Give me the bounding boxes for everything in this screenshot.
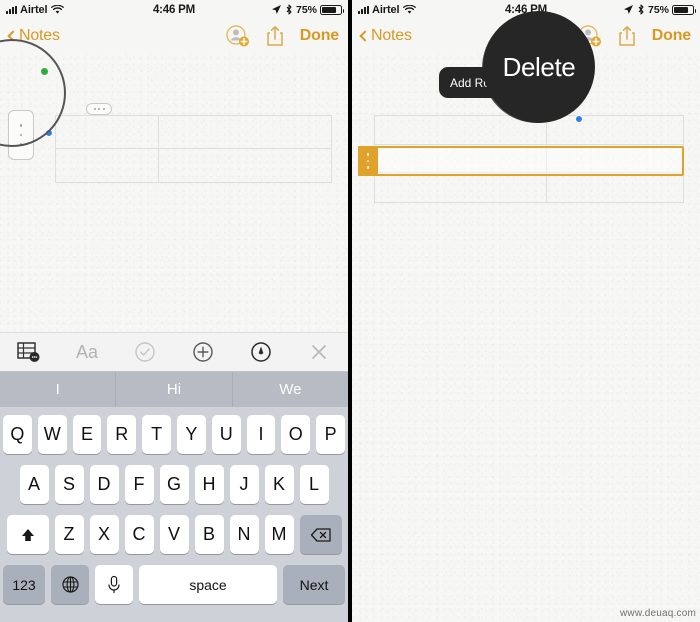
location-arrow-icon: [623, 5, 633, 14]
table-cell[interactable]: [547, 116, 683, 145]
selected-table-row[interactable]: [358, 146, 684, 176]
note-body: [0, 39, 348, 353]
back-button-label: Notes: [371, 27, 412, 44]
key-e[interactable]: E: [72, 415, 102, 454]
navigation-bar: Notes Done: [0, 19, 348, 53]
add-person-icon[interactable]: [226, 24, 250, 48]
text-format-icon[interactable]: Aa: [58, 333, 116, 371]
key-i[interactable]: I: [246, 415, 276, 454]
table-cell[interactable]: [375, 173, 547, 202]
table-cell[interactable]: [56, 116, 159, 149]
key-m[interactable]: M: [264, 515, 294, 554]
key-w[interactable]: W: [37, 415, 67, 454]
on-screen-keyboard: Q W E R T Y U I O P A S D F G H J K L Z …: [0, 407, 348, 622]
key-h[interactable]: H: [194, 465, 224, 504]
numbers-key[interactable]: 123: [3, 565, 45, 604]
markup-pen-icon[interactable]: [232, 333, 290, 371]
screenshot-stage: Airtel 4:46 PM 75% Notes Done Aa I Hi We…: [0, 0, 700, 622]
right-screenshot-panel: Airtel 4:46 PM 75% Notes Done Add Row De…: [352, 0, 700, 622]
keyboard-row-1: Q W E R T Y U I O P: [3, 415, 345, 454]
table-cell[interactable]: [547, 173, 683, 202]
selected-row-handle-dots-icon[interactable]: [358, 146, 378, 176]
back-button-label: Notes: [19, 27, 60, 44]
key-b[interactable]: B: [194, 515, 224, 554]
prediction-item[interactable]: Hi: [116, 372, 233, 407]
key-k[interactable]: K: [264, 465, 294, 504]
magnified-delete-lens[interactable]: Delete: [483, 11, 595, 123]
key-f[interactable]: F: [124, 465, 154, 504]
return-next-key[interactable]: Next: [283, 565, 345, 604]
text-format-label: Aa: [75, 341, 99, 362]
key-p[interactable]: P: [316, 415, 345, 454]
key-v[interactable]: V: [159, 515, 189, 554]
selection-handle-dot[interactable]: [45, 129, 53, 137]
keyboard-row-3: Z X C V B N M: [3, 515, 345, 554]
chevron-left-icon: [7, 30, 19, 42]
space-key[interactable]: space: [139, 565, 277, 604]
chevron-left-icon: [359, 30, 371, 42]
key-l[interactable]: L: [299, 465, 329, 504]
key-x[interactable]: X: [89, 515, 119, 554]
status-bar-right: 75%: [174, 3, 344, 16]
globe-language-icon[interactable]: [51, 565, 89, 604]
key-u[interactable]: U: [211, 415, 241, 454]
battery-icon: [320, 4, 344, 15]
row-handle-dots-icon[interactable]: [8, 110, 34, 160]
key-g[interactable]: G: [159, 465, 189, 504]
share-icon[interactable]: [618, 25, 636, 47]
battery-icon: [672, 4, 696, 15]
location-arrow-icon: [271, 5, 281, 14]
checklist-icon[interactable]: [116, 333, 174, 371]
selection-handle-dot[interactable]: [575, 115, 583, 123]
key-q[interactable]: Q: [3, 415, 32, 454]
key-t[interactable]: T: [142, 415, 171, 454]
keyboard-row-2: A S D F G H J K L: [3, 465, 345, 504]
note-body: Add Row Delete Delete: [352, 11, 700, 353]
nav-action-icons: Done: [578, 24, 691, 48]
prediction-item[interactable]: We: [233, 372, 348, 407]
predictive-text-bar: I Hi We: [0, 372, 348, 407]
keyboard-accessory-toolbar: Aa: [0, 332, 348, 372]
watermark-label: www.deuaq.com: [620, 608, 696, 619]
status-bar: Airtel 4:46 PM 75%: [0, 0, 348, 19]
microphone-icon[interactable]: [95, 565, 133, 604]
keyboard-row-4: 123 space Next: [3, 565, 345, 604]
left-screenshot-panel: Airtel 4:46 PM 75% Notes Done Aa I Hi We…: [0, 0, 348, 622]
key-z[interactable]: Z: [54, 515, 84, 554]
back-to-notes-button[interactable]: Notes: [359, 27, 412, 45]
key-j[interactable]: J: [229, 465, 259, 504]
notes-table[interactable]: [55, 115, 332, 183]
battery-percent-label: 75%: [647, 3, 669, 16]
status-bar-right: 75%: [526, 3, 696, 16]
backspace-delete-icon[interactable]: [299, 515, 342, 554]
magnified-menu-label: Delete: [502, 51, 576, 82]
key-c[interactable]: C: [124, 515, 154, 554]
table-cell[interactable]: [159, 149, 331, 182]
key-d[interactable]: D: [89, 465, 119, 504]
close-keyboard-icon[interactable]: [290, 333, 348, 371]
back-to-notes-button[interactable]: Notes: [7, 27, 60, 45]
key-y[interactable]: Y: [177, 415, 206, 454]
key-s[interactable]: S: [54, 465, 84, 504]
shift-up-arrow-icon[interactable]: [6, 515, 49, 554]
key-n[interactable]: N: [229, 515, 259, 554]
key-o[interactable]: O: [281, 415, 311, 454]
battery-percent-label: 75%: [295, 3, 317, 16]
bluetooth-icon: [286, 4, 292, 15]
done-button[interactable]: Done: [652, 27, 691, 45]
table-icon[interactable]: [0, 333, 58, 371]
table-cell[interactable]: [159, 116, 331, 149]
key-r[interactable]: R: [107, 415, 137, 454]
column-handle-dots-icon[interactable]: [86, 103, 112, 115]
share-icon[interactable]: [266, 25, 284, 47]
prediction-item[interactable]: I: [0, 372, 117, 407]
done-button[interactable]: Done: [300, 27, 339, 45]
bluetooth-icon: [638, 4, 644, 15]
annotation-start-dot: [41, 68, 48, 75]
add-attachment-icon[interactable]: [174, 333, 232, 371]
table-cell[interactable]: [56, 149, 159, 182]
nav-action-icons: Done: [226, 24, 339, 48]
key-a[interactable]: A: [19, 465, 49, 504]
